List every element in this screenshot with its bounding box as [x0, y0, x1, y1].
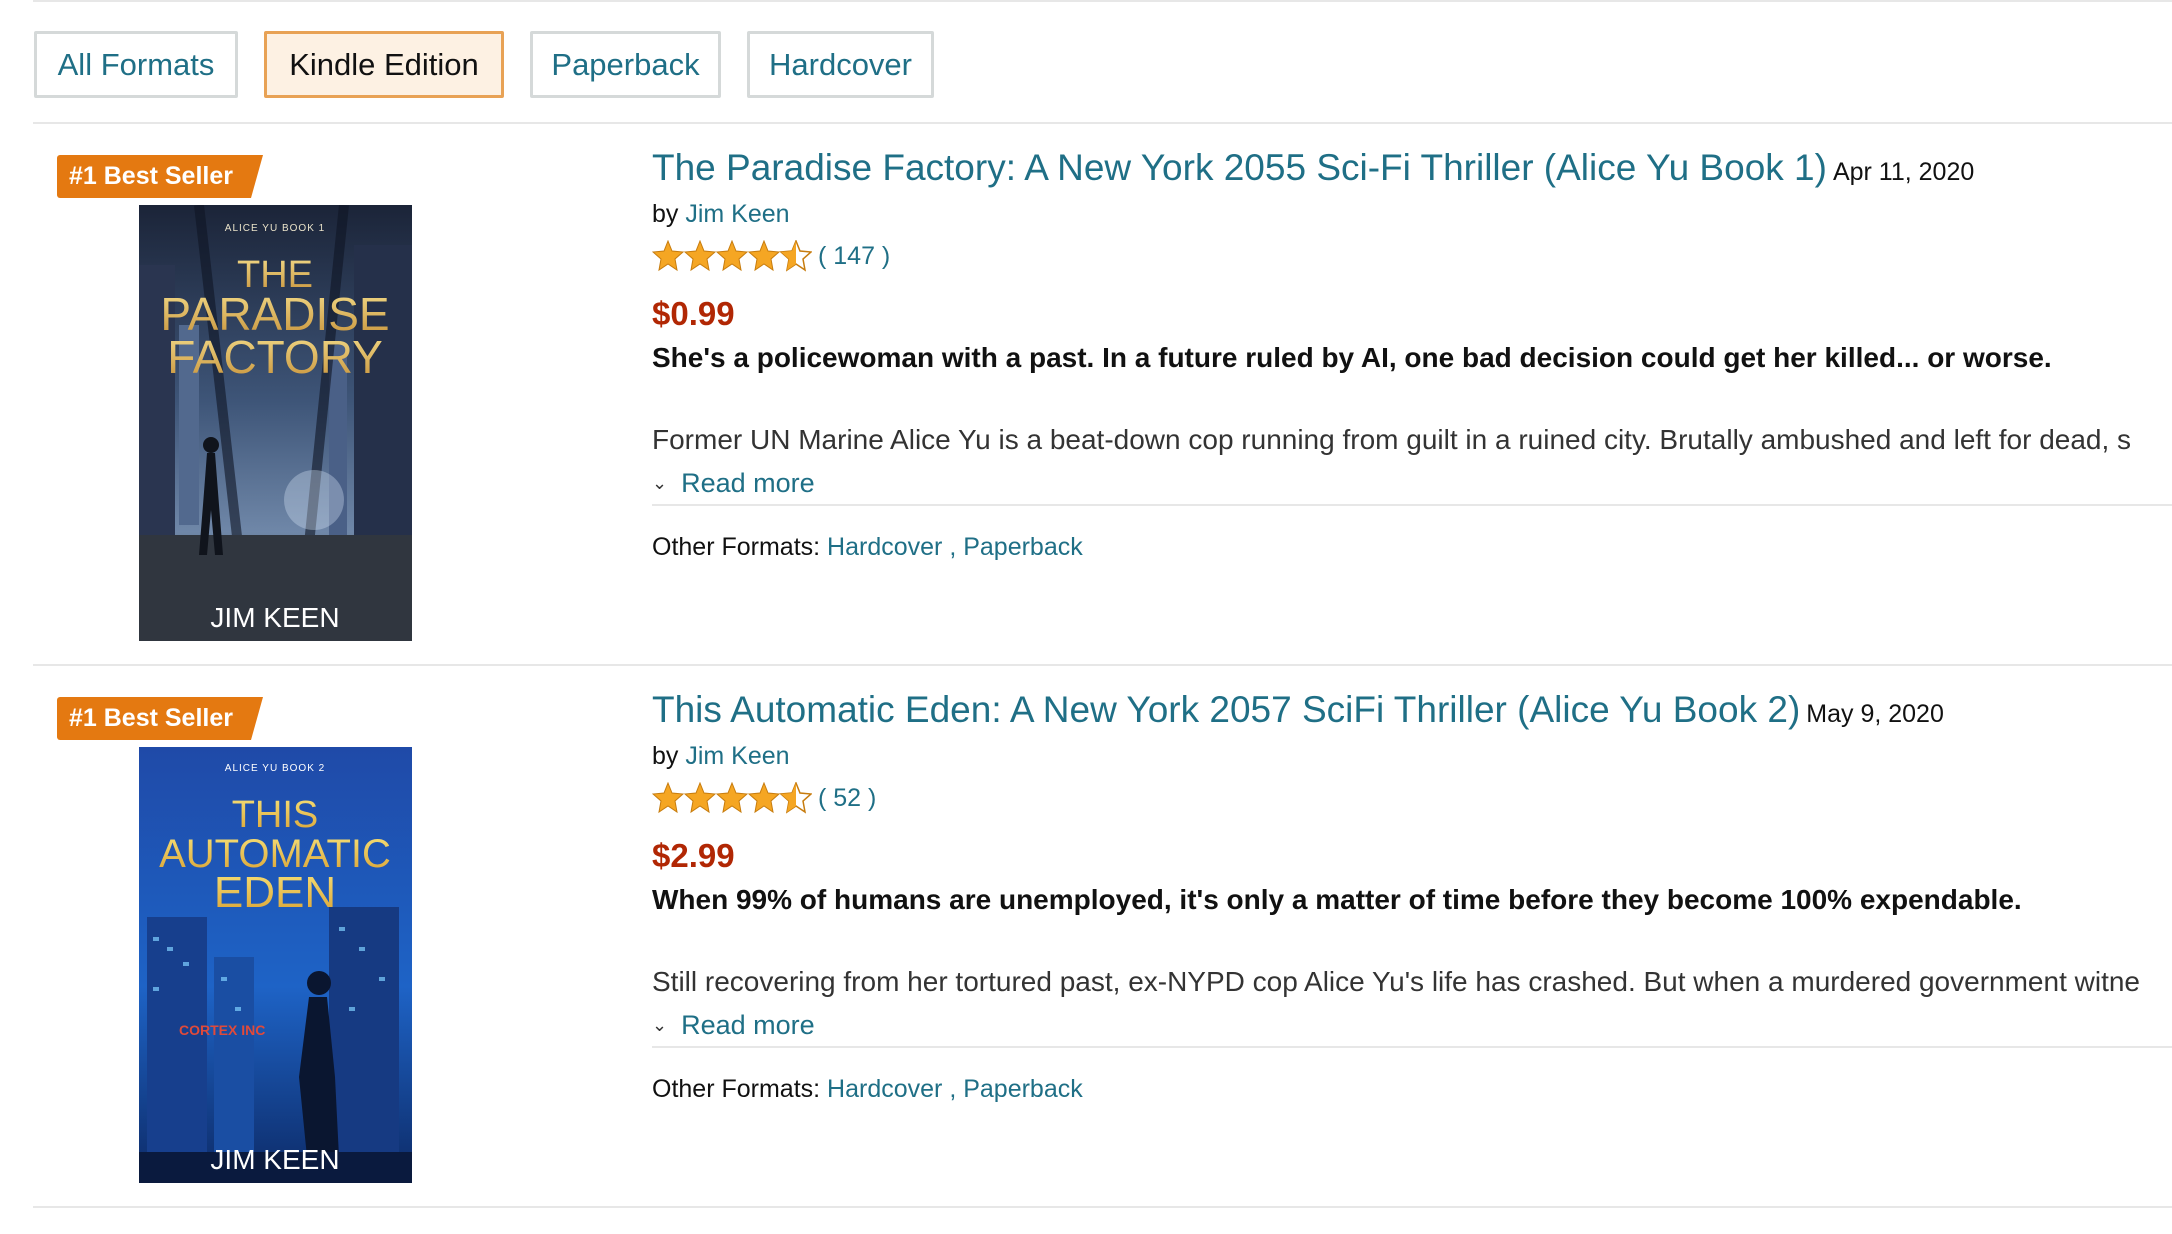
book-tagline: She's a policewoman with a past. In a fu… — [652, 342, 2052, 373]
book-tagline: When 99% of humans are unemployed, it's … — [652, 884, 2022, 915]
description-divider — [652, 1046, 2172, 1048]
read-more-label: Read more — [681, 468, 815, 498]
cover-author: JIM KEEN — [210, 1144, 339, 1175]
cover-title-line-3: EDEN — [214, 868, 336, 917]
author-line: by Jim Keen — [652, 200, 790, 229]
price: $2.99 — [652, 837, 735, 874]
price: $0.99 — [652, 295, 735, 332]
publication-date: May 9, 2020 — [1806, 700, 1944, 728]
book-description: Former UN Marine Alice Yu is a beat-down… — [652, 424, 2132, 455]
other-formats-row: Other Formats: Hardcover , Paperback — [652, 1075, 1083, 1104]
tabs-divider — [33, 122, 2172, 124]
book-cover-1[interactable]: ALICE YU BOOK 1 THE PARADISE FACTORY JIM… — [139, 205, 412, 641]
book-title[interactable]: This Automatic Eden: A New York 2057 Sci… — [652, 689, 1800, 730]
book-title-link-1[interactable]: The Paradise Factory: A New York 2055 Sc… — [652, 147, 1974, 189]
best-seller-badge[interactable]: #1 Best Seller — [57, 155, 263, 198]
book-description: Still recovering from her tortured past,… — [652, 966, 2140, 997]
rating-row: ( 147 ) — [652, 240, 890, 272]
chevron-down-icon: ⌄ — [652, 473, 668, 493]
read-more-label: Read more — [681, 1010, 815, 1040]
tab-hardcover[interactable]: Hardcover — [747, 31, 934, 98]
other-format-hardcover-link[interactable]: Hardcover — [827, 1075, 942, 1103]
format-separator: , — [942, 533, 964, 561]
chevron-down-icon: ⌄ — [652, 1015, 668, 1035]
cover-author: JIM KEEN — [210, 602, 339, 633]
author-link[interactable]: Jim Keen — [685, 742, 789, 770]
other-formats-row: Other Formats: Hardcover , Paperback — [652, 533, 1083, 562]
tab-kindle-edition[interactable]: Kindle Edition — [264, 31, 504, 98]
bottom-divider — [33, 1206, 2172, 1208]
star-rating-icon[interactable] — [652, 782, 812, 814]
book-title[interactable]: The Paradise Factory: A New York 2055 Sc… — [652, 147, 1827, 188]
cover-sign-decoration: CORTEX INC — [179, 1022, 265, 1038]
by-label: by — [652, 742, 679, 770]
publication-date: Apr 11, 2020 — [1832, 158, 1975, 186]
format-separator: , — [942, 1075, 964, 1103]
description-divider — [652, 504, 2172, 506]
other-format-hardcover-link[interactable]: Hardcover — [827, 533, 942, 561]
result-divider — [33, 664, 2172, 666]
star-rating-icon[interactable] — [652, 240, 812, 272]
review-count-link[interactable]: ( 147 ) — [818, 242, 890, 271]
other-format-paperback-link[interactable]: Paperback — [963, 1075, 1083, 1103]
top-divider — [33, 0, 2172, 2]
cover-series-text: ALICE YU BOOK 1 — [225, 223, 325, 234]
author-line: by Jim Keen — [652, 742, 790, 771]
rating-row: ( 52 ) — [652, 782, 876, 814]
review-count-link[interactable]: ( 52 ) — [818, 784, 876, 813]
by-label: by — [652, 200, 679, 228]
other-format-paperback-link[interactable]: Paperback — [963, 533, 1083, 561]
cover-title-line-3: FACTORY — [167, 331, 383, 383]
author-link[interactable]: Jim Keen — [685, 200, 789, 228]
cover-title-line-1: THIS — [232, 794, 319, 836]
book-cover-2[interactable]: CORTEX INC ALICE YU BOOK 2 THIS AUTOMATI… — [139, 747, 412, 1183]
tab-all-formats[interactable]: All Formats — [34, 31, 238, 98]
other-formats-label: Other Formats: — [652, 533, 821, 561]
best-seller-badge[interactable]: #1 Best Seller — [57, 697, 263, 740]
cover-series-text: ALICE YU BOOK 2 — [225, 763, 325, 774]
read-more-toggle[interactable]: ⌄ Read more — [652, 468, 815, 499]
read-more-toggle[interactable]: ⌄ Read more — [652, 1010, 815, 1041]
other-formats-label: Other Formats: — [652, 1075, 821, 1103]
book-title-link-2[interactable]: This Automatic Eden: A New York 2057 Sci… — [652, 689, 1944, 731]
tab-paperback[interactable]: Paperback — [530, 31, 721, 98]
